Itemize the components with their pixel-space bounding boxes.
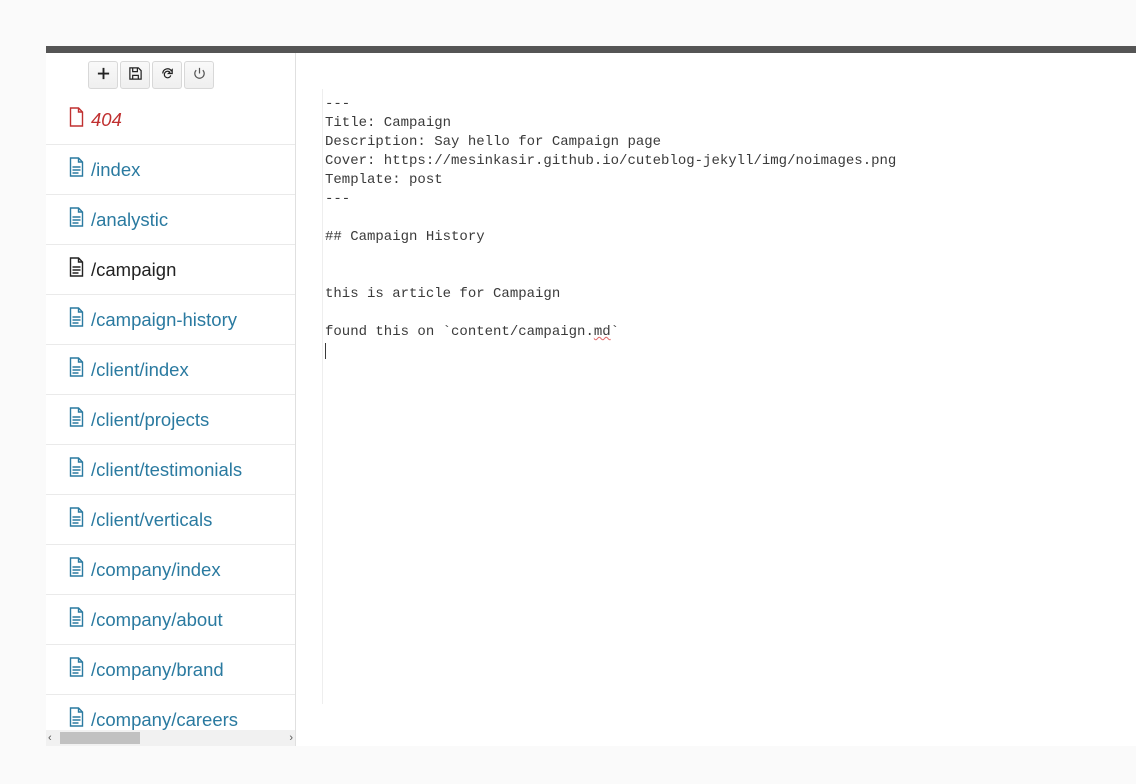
file-icon <box>68 457 85 482</box>
file-item[interactable]: /company/index <box>46 545 295 595</box>
file-icon <box>68 607 85 632</box>
editor-line <box>325 247 1136 266</box>
editor-line: found this on `content/campaign.md` <box>325 323 1136 342</box>
new-button[interactable] <box>88 61 118 89</box>
editor-line: this is article for Campaign <box>325 285 1136 304</box>
code-editor[interactable]: ---Title: CampaignDescription: Say hello… <box>322 89 1136 704</box>
file-item[interactable]: /company/brand <box>46 645 295 695</box>
horizontal-scrollbar[interactable]: ‹ › <box>46 730 295 746</box>
file-item[interactable]: /client/verticals <box>46 495 295 545</box>
file-item-label: /analystic <box>91 209 168 231</box>
power-icon <box>192 66 207 84</box>
power-button[interactable] <box>184 61 214 89</box>
file-item[interactable]: /client/projects <box>46 395 295 445</box>
file-icon <box>68 307 85 332</box>
editor-line <box>325 304 1136 323</box>
editor-line: Template: post <box>325 171 1136 190</box>
file-item[interactable]: /campaign-history <box>46 295 295 345</box>
file-item-label: /client/projects <box>91 409 209 431</box>
editor-line <box>325 209 1136 228</box>
editor-pane: ---Title: CampaignDescription: Say hello… <box>296 53 1136 746</box>
editor-line: Title: Campaign <box>325 114 1136 133</box>
editor-line: Description: Say hello for Campaign page <box>325 133 1136 152</box>
file-item[interactable]: /client/testimonials <box>46 445 295 495</box>
file-list[interactable]: 404/index/analystic/campaign/campaign-hi… <box>46 95 295 730</box>
save-icon <box>128 66 143 84</box>
file-item-label: /company/careers <box>91 709 238 731</box>
text-caret <box>325 343 326 359</box>
plus-icon <box>96 66 111 84</box>
file-icon <box>68 207 85 232</box>
file-icon <box>68 557 85 582</box>
save-button[interactable] <box>120 61 150 89</box>
sidebar: 404/index/analystic/campaign/campaign-hi… <box>46 53 296 746</box>
file-item[interactable]: /index <box>46 145 295 195</box>
file-icon <box>68 707 85 730</box>
file-item[interactable]: 404 <box>46 95 295 145</box>
refresh-icon <box>160 66 175 84</box>
file-icon <box>68 507 85 532</box>
editor-line: --- <box>325 190 1136 209</box>
file-item-label: /client/verticals <box>91 509 212 531</box>
file-item[interactable]: /analystic <box>46 195 295 245</box>
file-icon <box>68 407 85 432</box>
file-item-label: /company/index <box>91 559 221 581</box>
file-item-label: /client/index <box>91 359 189 381</box>
file-icon <box>68 357 85 382</box>
file-icon <box>68 107 85 132</box>
refresh-button[interactable] <box>152 61 182 89</box>
file-item-label: /client/testimonials <box>91 459 242 481</box>
editor-line: ## Campaign History <box>325 228 1136 247</box>
file-item[interactable]: /company/about <box>46 595 295 645</box>
file-item-label: /campaign <box>91 259 176 281</box>
file-item[interactable]: /company/careers <box>46 695 295 730</box>
editor-line: --- <box>325 95 1136 114</box>
file-item[interactable]: /client/index <box>46 345 295 395</box>
toolbar <box>46 53 295 95</box>
file-item-label: /index <box>91 159 140 181</box>
file-item-label: 404 <box>91 109 122 131</box>
file-item-label: /company/about <box>91 609 223 631</box>
editor-line: Cover: https://mesinkasir.github.io/cute… <box>325 152 1136 171</box>
file-item-label: /company/brand <box>91 659 224 681</box>
editor-line <box>325 266 1136 285</box>
file-icon <box>68 657 85 682</box>
file-item-label: /campaign-history <box>91 309 237 331</box>
app-frame: 404/index/analystic/campaign/campaign-hi… <box>46 46 1136 746</box>
file-icon <box>68 157 85 182</box>
file-item[interactable]: /campaign <box>46 245 295 295</box>
file-icon <box>68 257 85 282</box>
